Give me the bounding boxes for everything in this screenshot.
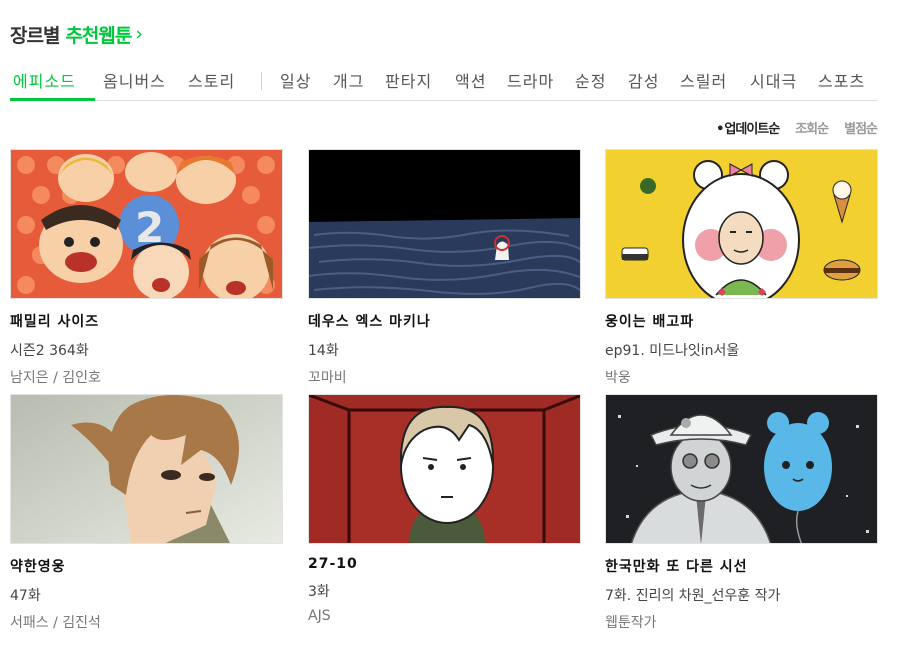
- webtoon-title[interactable]: 약한영웅: [10, 556, 283, 576]
- webtoon-title[interactable]: 데우스 엑스 마키나: [308, 311, 581, 331]
- tab-historical[interactable]: 시대극: [750, 68, 797, 92]
- webtoon-author: 남지은 / 김인호: [10, 370, 101, 386]
- webtoon-author: 서패스 / 김진석: [10, 615, 101, 631]
- active-tab-indicator: [10, 98, 95, 101]
- genre-tab-bar: 에피소드 옴니버스 스토리 일상 개그 판타지 액션 드라마 순정 감성 스릴러…: [10, 64, 878, 101]
- chevron-right-icon: ›: [135, 23, 143, 45]
- webtoon-title[interactable]: 패밀리 사이즈: [10, 311, 283, 331]
- webtoon-card[interactable]: 웅이는 배고파 ep91. 미드나잇in서울 박웅: [605, 149, 878, 387]
- webtoon-title[interactable]: 27-10: [308, 556, 581, 572]
- tab-episode[interactable]: 에피소드: [13, 68, 76, 92]
- sort-update[interactable]: 업데이트순: [716, 118, 780, 137]
- webtoon-thumbnail[interactable]: [10, 394, 283, 544]
- tab-drama[interactable]: 드라마: [507, 68, 554, 92]
- webtoon-thumbnail[interactable]: [605, 149, 878, 299]
- sort-views[interactable]: 조회순: [795, 118, 829, 137]
- sort-options: 업데이트순 조회순 별점순: [700, 118, 878, 137]
- webtoon-title[interactable]: 웅이는 배고파: [605, 311, 878, 331]
- webtoon-title[interactable]: 한국만화 또 다른 시선: [605, 556, 878, 576]
- webtoon-thumbnail[interactable]: [605, 394, 878, 544]
- tab-sensibility[interactable]: 감성: [628, 68, 659, 92]
- tab-sports[interactable]: 스포츠: [818, 68, 865, 92]
- webtoon-episode: 3화: [308, 584, 330, 600]
- webtoon-author: 꼬마비: [308, 370, 347, 386]
- webtoon-author: 웹툰작가: [605, 615, 657, 631]
- webtoon-episode: 시즌2 364화: [10, 343, 89, 359]
- webtoon-episode: 47화: [10, 588, 41, 604]
- webtoon-author: 박웅: [605, 370, 631, 386]
- webtoon-thumbnail[interactable]: 2: [10, 149, 283, 299]
- tab-action[interactable]: 액션: [455, 68, 486, 92]
- webtoon-episode: ep91. 미드나잇in서울: [605, 343, 740, 359]
- webtoon-card[interactable]: 27-10 3화 AJS: [308, 394, 581, 624]
- tab-daily[interactable]: 일상: [280, 68, 311, 92]
- webtoon-thumbnail[interactable]: [308, 394, 581, 544]
- webtoon-card[interactable]: 약한영웅 47화 서패스 / 김진석: [10, 394, 283, 632]
- section-heading: 장르별 추천웹툰 ›: [10, 20, 143, 48]
- sort-rating[interactable]: 별점순: [844, 118, 878, 137]
- webtoon-card[interactable]: 한국만화 또 다른 시선 7화. 진리의 차원_선우훈 작가 웹툰작가: [605, 394, 878, 632]
- recommended-webtoon-link[interactable]: 추천웹툰 ›: [65, 21, 142, 48]
- webtoon-card[interactable]: 2 패밀리 사이즈 시즌2 364화 남지은 / 김인호: [10, 149, 283, 387]
- webtoon-episode: 7화. 진리의 차원_선우훈 작가: [605, 588, 781, 604]
- webtoon-author: AJS: [308, 608, 331, 624]
- recommended-webtoon-label: 추천웹툰: [65, 24, 132, 47]
- webtoon-episode: 14화: [308, 343, 339, 359]
- tab-omnibus[interactable]: 옴니버스: [103, 68, 166, 92]
- tab-comedy[interactable]: 개그: [333, 68, 364, 92]
- tab-story[interactable]: 스토리: [188, 68, 235, 92]
- tab-thriller[interactable]: 스릴러: [680, 68, 727, 92]
- tab-romance[interactable]: 순정: [575, 68, 606, 92]
- tab-fantasy[interactable]: 판타지: [385, 68, 432, 92]
- heading-prefix: 장르별: [10, 24, 60, 47]
- webtoon-card[interactable]: 데우스 엑스 마키나 14화 꼬마비: [308, 149, 581, 387]
- webtoon-thumbnail[interactable]: [308, 149, 581, 299]
- tab-divider: [261, 72, 262, 90]
